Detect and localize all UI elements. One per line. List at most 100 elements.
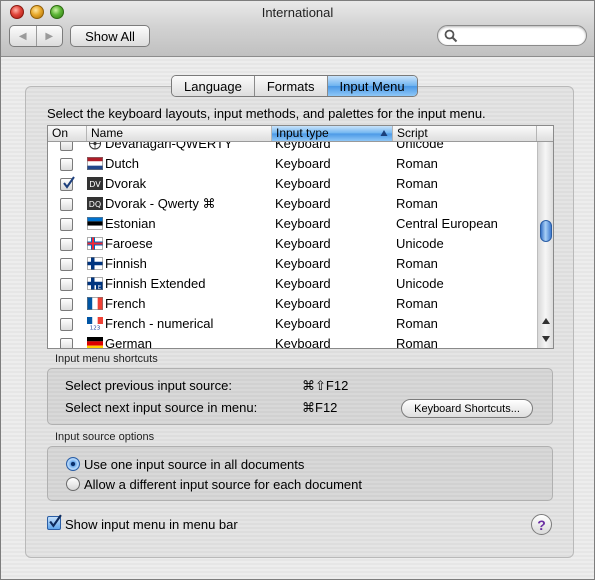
table-row[interactable]: DQ Dvorak - Qwerty ⌘ Keyboard Roman bbox=[48, 194, 537, 214]
row-name: Dvorak - Qwerty ⌘ bbox=[105, 196, 216, 211]
row-type: Keyboard bbox=[275, 196, 331, 211]
each-document-radio[interactable] bbox=[66, 477, 80, 491]
vertical-scrollbar[interactable] bbox=[537, 142, 553, 348]
enable-checkbox[interactable] bbox=[60, 218, 73, 231]
window-title: International bbox=[261, 5, 334, 20]
row-type: Keyboard bbox=[275, 316, 331, 331]
devanagari-icon bbox=[89, 142, 101, 150]
row-name: Faroese bbox=[105, 236, 153, 251]
row-script: Unicode bbox=[396, 276, 444, 291]
row-type: Keyboard bbox=[275, 176, 331, 191]
row-name: French bbox=[105, 296, 146, 311]
column-header-name[interactable]: Name bbox=[87, 126, 272, 141]
show-menu-checkbox[interactable] bbox=[47, 514, 62, 530]
each-document-label[interactable]: Allow a different input source for each … bbox=[84, 477, 362, 492]
scroll-up-arrow-icon[interactable] bbox=[540, 316, 552, 326]
enable-checkbox[interactable] bbox=[60, 158, 73, 171]
row-name: German bbox=[105, 336, 152, 348]
scroll-down-arrow-icon[interactable] bbox=[540, 334, 552, 344]
row-type: Keyboard bbox=[275, 336, 331, 348]
dvorak-qwerty-layout-icon: DQ bbox=[87, 197, 103, 210]
previous-source-label: Select previous input source: bbox=[65, 378, 232, 393]
row-script: Roman bbox=[396, 156, 438, 171]
one-source-radio[interactable] bbox=[66, 457, 80, 471]
checkmark-icon bbox=[63, 176, 75, 189]
dvorak-layout-icon: DV bbox=[87, 177, 103, 190]
row-script: Central European bbox=[396, 216, 498, 231]
row-script: Roman bbox=[396, 256, 438, 271]
tab-input-menu[interactable]: Input Menu bbox=[327, 76, 417, 96]
estonian-flag-icon bbox=[87, 217, 103, 230]
enable-checkbox[interactable] bbox=[60, 238, 73, 251]
table-row[interactable]: Faroese Keyboard Unicode bbox=[48, 234, 537, 254]
table-row[interactable]: DV Dvorak Keyboard Roman bbox=[48, 174, 537, 194]
finnish-extended-flag-icon: E bbox=[87, 277, 103, 290]
table-body: Devanagari-QWERTY Keyboard Unicode Dutch… bbox=[48, 142, 537, 348]
column-header-input-type[interactable]: Input type bbox=[272, 126, 393, 141]
row-type: Keyboard bbox=[275, 142, 331, 151]
input-sources-table[interactable]: On Name Input type Script Devanagari-QWE… bbox=[47, 125, 554, 349]
faroese-flag-icon bbox=[87, 237, 103, 250]
search-field[interactable] bbox=[437, 25, 587, 46]
table-row[interactable]: Finnish Keyboard Roman bbox=[48, 254, 537, 274]
row-script: Roman bbox=[396, 296, 438, 311]
back-forward-control: ◀ ▶ bbox=[9, 25, 63, 47]
column-header-script[interactable]: Script bbox=[393, 126, 537, 141]
help-button[interactable]: ? bbox=[531, 514, 552, 535]
table-row[interactable]: German Keyboard Roman bbox=[48, 334, 537, 348]
table-row[interactable]: Estonian Keyboard Central European bbox=[48, 214, 537, 234]
row-name: Estonian bbox=[105, 216, 156, 231]
column-header-input-type-label: Input type bbox=[276, 126, 329, 140]
french-flag-icon bbox=[87, 297, 103, 310]
sort-ascending-icon bbox=[380, 130, 388, 136]
row-script: Unicode bbox=[396, 236, 444, 251]
row-name: Devanagari-QWERTY bbox=[105, 142, 233, 151]
keyboard-shortcuts-button[interactable]: Keyboard Shortcuts... bbox=[401, 399, 533, 418]
tab-language[interactable]: Language bbox=[172, 76, 255, 96]
german-flag-icon bbox=[87, 337, 103, 348]
row-script: Roman bbox=[396, 316, 438, 331]
search-icon bbox=[444, 29, 458, 43]
table-row[interactable]: E Finnish Extended Keyboard Unicode bbox=[48, 274, 537, 294]
row-script: Unicode bbox=[396, 142, 444, 151]
table-row[interactable]: French Keyboard Roman bbox=[48, 294, 537, 314]
show-menu-label[interactable]: Show input menu in menu bar bbox=[65, 517, 238, 532]
table-row[interactable]: Dutch Keyboard Roman bbox=[48, 154, 537, 174]
numerical-label: 123 bbox=[90, 326, 101, 331]
enable-checkbox[interactable] bbox=[60, 338, 73, 348]
instructions-text: Select the keyboard layouts, input metho… bbox=[47, 106, 486, 121]
tab-bar: Language Formats Input Menu bbox=[171, 75, 418, 97]
previous-source-shortcut: ⌘⇧F12 bbox=[302, 378, 349, 393]
forward-button[interactable]: ▶ bbox=[37, 26, 63, 46]
enable-checkbox[interactable] bbox=[60, 278, 73, 291]
row-type: Keyboard bbox=[275, 296, 331, 311]
column-header-on[interactable]: On bbox=[48, 126, 87, 141]
one-source-label[interactable]: Use one input source in all documents bbox=[84, 457, 304, 472]
preferences-window: International ◀ ▶ Show All Language Form… bbox=[0, 0, 595, 580]
enable-checkbox[interactable] bbox=[60, 318, 73, 331]
show-all-button[interactable]: Show All bbox=[70, 25, 150, 47]
dutch-flag-icon bbox=[87, 157, 103, 170]
enable-checkbox[interactable] bbox=[60, 176, 75, 191]
table-row[interactable]: 123 French - numerical Keyboard Roman bbox=[48, 314, 537, 334]
row-script: Roman bbox=[396, 336, 438, 348]
tab-formats[interactable]: Formats bbox=[254, 76, 328, 96]
row-type: Keyboard bbox=[275, 156, 331, 171]
row-script: Roman bbox=[396, 176, 438, 191]
row-type: Keyboard bbox=[275, 216, 331, 231]
enable-checkbox[interactable] bbox=[60, 258, 73, 271]
back-button[interactable]: ◀ bbox=[10, 26, 37, 46]
row-name: French - numerical bbox=[105, 316, 214, 331]
enable-checkbox[interactable] bbox=[60, 142, 73, 151]
scroll-thumb[interactable] bbox=[540, 220, 552, 242]
table-header: On Name Input type Script bbox=[48, 126, 553, 142]
next-source-shortcut: ⌘F12 bbox=[302, 400, 338, 415]
enable-checkbox[interactable] bbox=[60, 298, 73, 311]
row-name: Dutch bbox=[105, 156, 139, 171]
row-name: Finnish Extended bbox=[105, 276, 206, 291]
source-options-section-label: Input source options bbox=[55, 431, 155, 443]
row-name: Dvorak bbox=[105, 176, 147, 191]
row-name: Finnish bbox=[105, 256, 147, 271]
enable-checkbox[interactable] bbox=[60, 198, 73, 211]
table-row[interactable]: Devanagari-QWERTY Keyboard Unicode bbox=[48, 142, 537, 154]
